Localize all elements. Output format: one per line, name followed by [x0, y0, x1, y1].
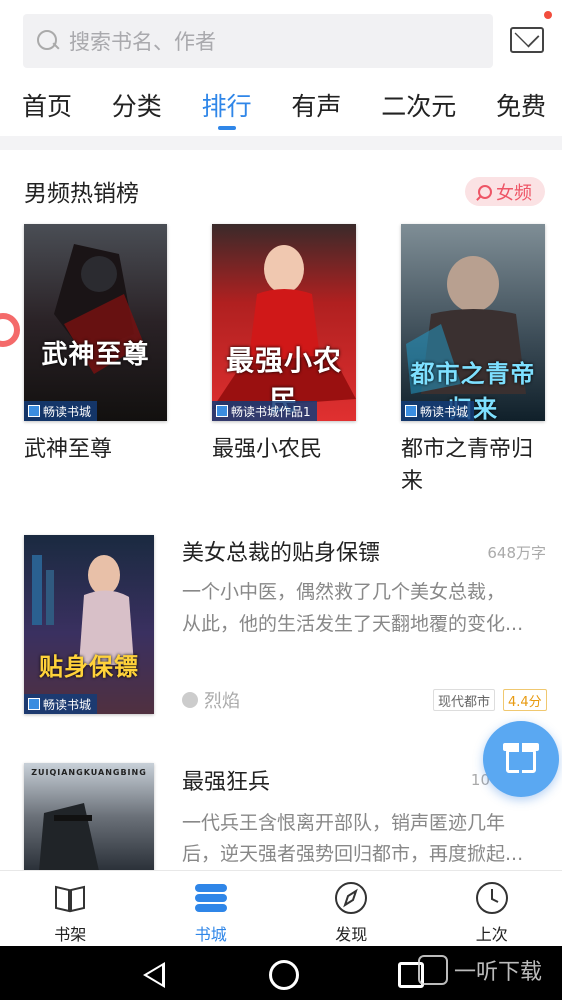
float-ring-icon[interactable] [0, 313, 20, 347]
book-title[interactable]: 都市之青帝归来 [401, 434, 545, 498]
search-icon [35, 28, 61, 54]
message-icon[interactable] [510, 22, 544, 53]
tab-anime[interactable]: 二次元 [381, 86, 456, 136]
female-switch-button[interactable]: 女频 [465, 177, 545, 206]
watermark: 一听下载 [418, 954, 542, 986]
watermark-logo-icon [418, 955, 448, 985]
header: 搜索书名、作者 [0, 0, 562, 86]
author-icon [182, 692, 198, 708]
tab-home[interactable]: 首页 [22, 86, 72, 136]
cover-subtitle: ZUIQIANGKUANGBING [31, 768, 147, 777]
cover-title: 贴身保镖 [39, 653, 139, 681]
tab-audio[interactable]: 有声 [291, 86, 341, 136]
word-count: 648万字 [487, 544, 546, 562]
tab-ranking[interactable]: 排行 [202, 86, 252, 136]
book-description: 后，逆天强者强势回归都市，再度掀起... [182, 843, 524, 865]
unread-dot [544, 11, 552, 19]
publisher-badge: 畅读书城 [24, 401, 98, 421]
home-icon[interactable] [269, 960, 299, 990]
book-description: 一代兵王含恨离开部队，销声匿迹几年 [182, 812, 506, 834]
cover-art [24, 763, 154, 871]
nav-bookshelf[interactable]: 书架 [0, 871, 141, 946]
cover-art [24, 224, 167, 421]
publisher-badge: 畅读书城 [24, 694, 98, 714]
active-tab-indicator [217, 126, 236, 130]
genre-tag: 现代都市 [433, 689, 496, 711]
search-bar[interactable]: 搜索书名、作者 [23, 14, 493, 68]
nav-discover[interactable]: 发现 [281, 871, 422, 946]
clock-icon [475, 882, 508, 914]
book-cover[interactable]: 最强小农民 畅读书城作品1 [212, 224, 356, 421]
switch-icon [478, 184, 492, 199]
book-description: 从此，他的生活发生了天翻地覆的变化... [182, 613, 524, 635]
book-title[interactable]: 最强小农民 [212, 434, 356, 466]
book-cover[interactable]: 武神至尊 畅读书城 [24, 224, 167, 421]
store-icon [194, 884, 227, 912]
search-placeholder: 搜索书名、作者 [69, 30, 216, 54]
book-title[interactable]: 美女总裁的贴身保镖 [182, 535, 380, 567]
book-cover[interactable]: 都市之青帝归来 畅读书城 [401, 224, 545, 421]
score-badge: 4.4分 [503, 689, 547, 711]
divider [0, 136, 562, 150]
book-description: 一个小中医，偶然救了几个美女总裁， [182, 581, 506, 603]
book-open-icon [55, 885, 86, 913]
author: 烈焰 [182, 687, 240, 713]
nav-bookstore[interactable]: 书城 [141, 871, 282, 946]
book-title[interactable]: 最强狂兵 [182, 764, 270, 796]
compass-icon [335, 882, 368, 914]
bottom-nav: 书架 书城 发现 上次 [0, 870, 562, 946]
publisher-badge: 畅读书城 [401, 401, 475, 421]
section-title: 男频热销榜 [24, 181, 139, 207]
publisher-badge: 畅读书城作品1 [212, 401, 317, 421]
gift-button[interactable] [483, 721, 559, 797]
book-cover[interactable]: 贴身保镖 畅读书城 [24, 535, 154, 714]
book-title[interactable]: 武神至尊 [24, 434, 167, 466]
tab-free[interactable]: 免费 [496, 86, 546, 136]
cover-title: 武神至尊 [41, 340, 150, 370]
top-tabs: 首页 分类 排行 有声 二次元 免费 [0, 86, 562, 136]
nav-recent[interactable]: 上次 [422, 871, 562, 946]
book-cover[interactable]: ZUIQIANGKUANGBING [24, 763, 154, 871]
tab-category[interactable]: 分类 [112, 86, 162, 136]
cover-art [24, 535, 154, 714]
